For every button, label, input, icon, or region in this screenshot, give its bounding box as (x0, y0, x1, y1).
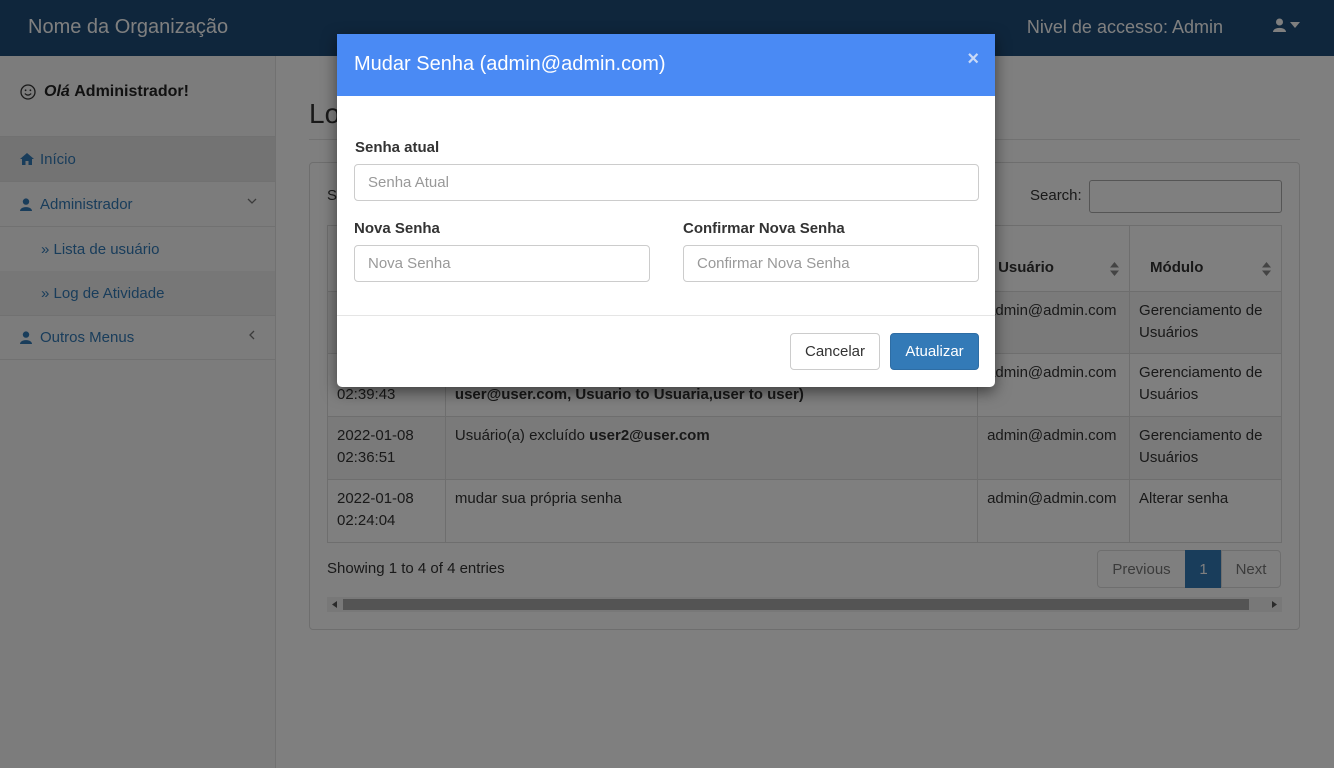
confirm-password-label: Confirmar Nova Senha (683, 220, 845, 237)
close-icon[interactable]: × (967, 48, 979, 71)
modal-header: Mudar Senha (admin@admin.com) × (337, 34, 995, 96)
cancel-button[interactable]: Cancelar (790, 333, 880, 370)
new-password-label: Nova Senha (354, 220, 440, 237)
change-password-modal: Mudar Senha (admin@admin.com) × Senha at… (337, 34, 995, 387)
update-button[interactable]: Atualizar (890, 333, 979, 370)
current-password-label: Senha atual (355, 139, 440, 156)
current-password-input[interactable]: Senha Atual (354, 164, 979, 201)
new-password-placeholder: Nova Senha (368, 255, 451, 272)
new-password-input[interactable]: Nova Senha (354, 245, 650, 282)
confirm-password-input[interactable]: Confirmar Nova Senha (683, 245, 979, 282)
current-password-placeholder: Senha Atual (368, 174, 449, 191)
modal-footer-divider (337, 315, 995, 316)
confirm-password-placeholder: Confirmar Nova Senha (697, 255, 850, 272)
modal-title: Mudar Senha (admin@admin.com) (354, 53, 666, 75)
